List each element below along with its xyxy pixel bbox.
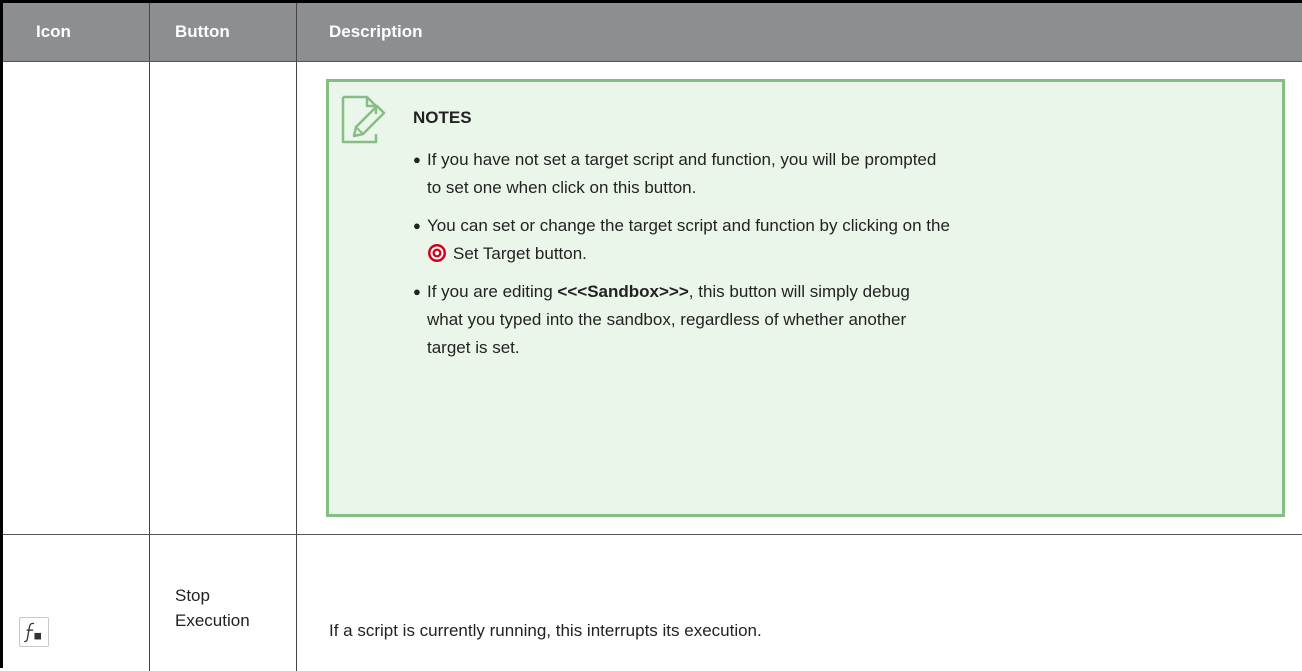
notes-callout: NOTES ● If you have not set a target scr…	[326, 79, 1285, 517]
notes-title: NOTES	[413, 108, 472, 127]
note-item: ● You can set or change the target scrip…	[413, 212, 1233, 268]
note-text: what you typed into the sandbox, regardl…	[427, 310, 907, 329]
column-divider-1	[149, 3, 150, 671]
bullet-icon: ●	[413, 152, 421, 167]
row-separator	[3, 534, 1302, 535]
note-item: ● If you are editing <<<Sandbox>>>, this…	[413, 278, 1233, 362]
note-text: If you are editing	[427, 282, 558, 301]
bullet-icon: ●	[413, 218, 421, 233]
header-button: Button	[175, 22, 230, 41]
note-text: to set one when click on this button.	[427, 178, 697, 197]
function-stop-icon	[19, 617, 49, 647]
row-separator	[3, 61, 1302, 62]
note-text: If you have not set a target script and …	[427, 150, 937, 169]
note-item: ● If you have not set a target script an…	[413, 146, 1233, 202]
set-target-icon	[428, 244, 446, 262]
sandbox-label: <<<Sandbox>>>	[557, 282, 689, 301]
note-text: target is set.	[427, 338, 520, 357]
row-description: If a script is currently running, this i…	[329, 621, 762, 640]
column-divider-2	[296, 3, 297, 671]
set-target-link[interactable]: Set Target button.	[453, 244, 587, 263]
note-pencil-icon	[341, 95, 386, 144]
header-description: Description	[329, 22, 423, 41]
button-name-line: Stop	[175, 586, 210, 605]
header-icon: Icon	[36, 22, 71, 41]
notes-list: ● If you have not set a target script an…	[413, 146, 1233, 372]
button-name-stop-execution: Stop Execution	[175, 583, 305, 633]
function-stop-glyph-icon	[23, 622, 41, 643]
button-name-line: Execution	[175, 611, 250, 630]
bullet-icon: ●	[413, 284, 421, 299]
note-text: You can set or change the target script …	[427, 216, 950, 235]
documentation-table: Icon Button Description NOTES ● If you h…	[0, 0, 1302, 671]
note-text: , this button will simply debug	[688, 282, 910, 301]
table-header-row: Icon Button Description	[3, 3, 1302, 61]
